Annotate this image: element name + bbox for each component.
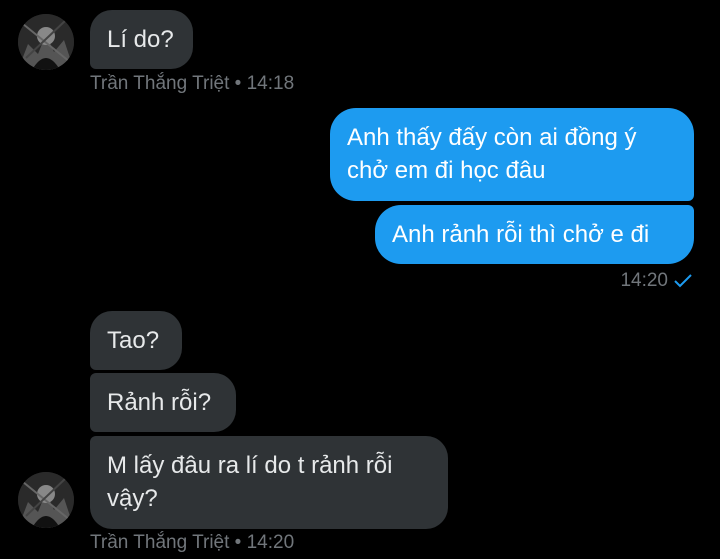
message-meta: Trần Thắng Triệt • 14:18 — [90, 73, 295, 94]
user-avatar-icon — [18, 14, 74, 70]
incoming-message[interactable]: M lấy đâu ra lí do t rảnh rỗi vậy? — [90, 436, 448, 529]
incoming-message[interactable]: Tao? — [90, 311, 182, 370]
outgoing-message[interactable]: Anh thấy đấy còn ai đồng ý chở em đi học… — [330, 108, 694, 201]
checkmark-icon — [674, 274, 692, 288]
incoming-message[interactable]: Lí do? — [90, 10, 193, 69]
incoming-message[interactable]: Rảnh rỗi? — [90, 373, 236, 432]
message-meta: Trần Thắng Triệt • 14:20 — [90, 532, 295, 553]
avatar[interactable] — [18, 472, 74, 528]
sent-time: 14:20 — [620, 270, 668, 291]
user-avatar-icon — [18, 472, 74, 528]
sent-meta: 14:20 — [620, 270, 692, 292]
avatar[interactable] — [18, 14, 74, 70]
outgoing-message[interactable]: Anh rảnh rỗi thì chở e đi — [375, 205, 694, 264]
